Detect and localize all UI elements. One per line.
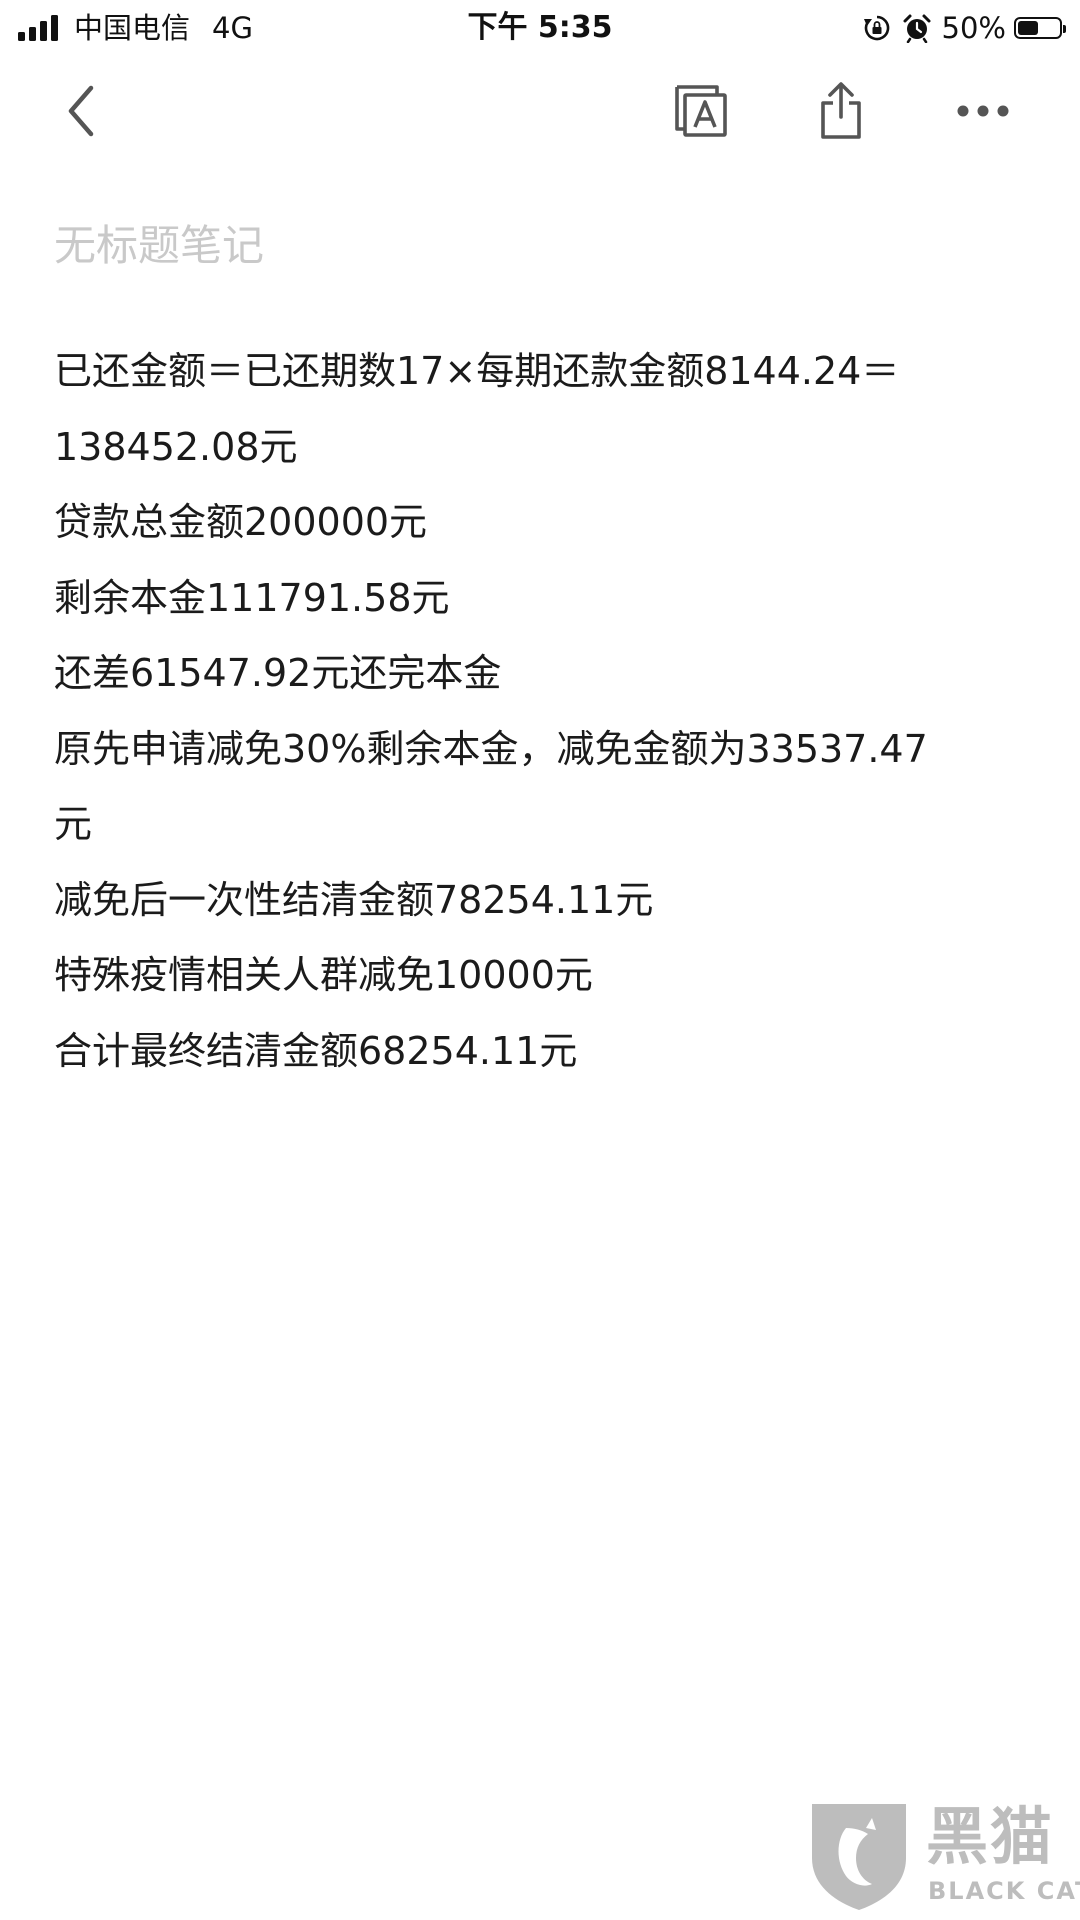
share-button[interactable] [796, 66, 886, 156]
watermark: 黑猫 BLACK CAT [806, 1798, 1080, 1916]
battery-icon [1014, 17, 1066, 39]
black-cat-logo-icon [812, 1804, 906, 1910]
back-button[interactable] [36, 66, 126, 156]
watermark-name-en: BLACK CAT [928, 1877, 1080, 1905]
note-line: 合计最终结清金额68254.11元 [54, 1028, 578, 1073]
note-line: 贷款总金额200000元 [54, 500, 428, 544]
more-button[interactable] [938, 66, 1028, 156]
alarm-icon [903, 14, 931, 43]
note-title-field[interactable]: 无标题笔记 [54, 218, 264, 274]
share-icon [821, 82, 861, 139]
note-line: 剩余本金111791.58元 [54, 575, 450, 620]
nav-bar [0, 56, 1080, 166]
battery-percent: 50% [941, 11, 1006, 45]
watermark-name-cn: 黑猫 [926, 1800, 1055, 1873]
note-body-editor[interactable]: 已还金额＝已还期数17×每期还款金额8144.24＝ 138452.08元 贷款… [54, 334, 1014, 1089]
note-line: 特殊疫情相关人群减免10000元 [54, 953, 593, 997]
back-icon [68, 85, 94, 137]
rotation-lock-icon [863, 15, 889, 41]
text-format-button[interactable] [656, 66, 746, 156]
status-bar: 中国电信 4G 下午 5:35 50% [0, 0, 1080, 56]
status-right: 50% [862, 8, 1066, 48]
note-line: 原先申请减免30%剩余本金，减免金额为33537.47 [54, 726, 928, 771]
battery-level-fill [1018, 21, 1038, 35]
note-line: 已还金额＝已还期数17×每期还款金额8144.24＝ [54, 349, 900, 393]
more-icon [957, 105, 1009, 117]
note-line: 138452.08元 [54, 424, 298, 469]
text-format-icon [675, 85, 727, 137]
note-line: 元 [54, 802, 93, 846]
note-line: 减免后一次性结清金额78254.11元 [54, 877, 654, 922]
note-line: 还差61547.92元还完本金 [54, 651, 502, 695]
